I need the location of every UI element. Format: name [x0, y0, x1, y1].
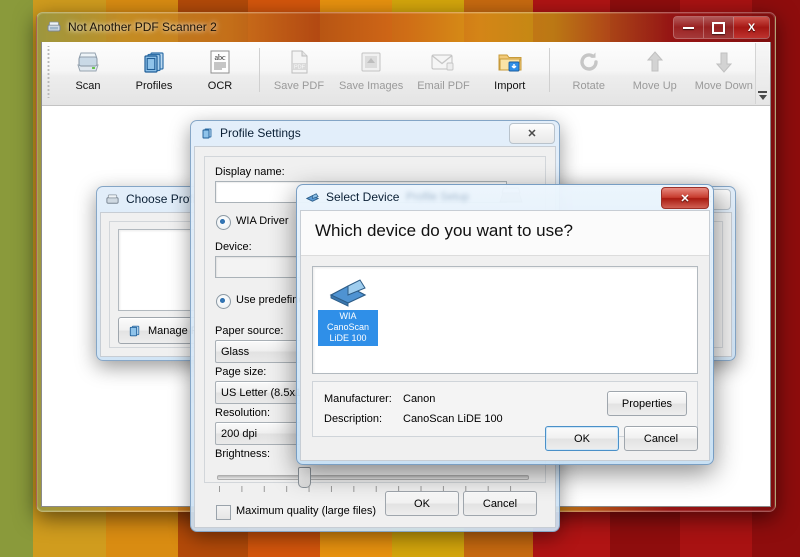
scanner-icon: [46, 19, 62, 35]
scanner-icon: [105, 192, 120, 207]
minimize-button[interactable]: [674, 17, 704, 38]
main-toolbar: Scan Profiles: [42, 42, 770, 106]
paper-source-value: Glass: [221, 346, 249, 358]
toolbar-button-move-up[interactable]: Move Up: [622, 42, 688, 103]
resolution-value: 200 dpi: [221, 428, 257, 440]
toolbar-label: Move Down: [695, 80, 753, 92]
toolbar-button-ocr[interactable]: abc OCR: [187, 42, 253, 103]
select-device-ok-button[interactable]: OK: [545, 426, 619, 451]
caption-buttons: X: [673, 16, 770, 39]
description-label: Description:: [324, 413, 382, 425]
toolbar-label: Profiles: [136, 80, 173, 92]
toolbar-label: OCR: [208, 80, 232, 92]
toolbar-button-move-down[interactable]: Move Down: [688, 42, 760, 103]
device-caption: WIA CanoScan LiDE 100: [318, 310, 378, 346]
slider-thumb[interactable]: [298, 467, 311, 488]
wia-driver-radio[interactable]: [216, 215, 231, 230]
scanner-icon: [73, 45, 103, 79]
main-window-title: Not Another PDF Scanner 2: [68, 20, 217, 34]
wia-driver-label: WIA Driver: [236, 215, 289, 227]
maximize-button[interactable]: [704, 17, 734, 38]
arrow-down-icon: [709, 45, 739, 79]
profile-settings-cancel-button[interactable]: Cancel: [463, 491, 537, 516]
toolbar-separator: [259, 48, 260, 92]
toolbar-label: Save PDF: [274, 80, 324, 92]
profile-settings-title: Profile Settings: [220, 126, 301, 140]
toolbar-label: Rotate: [573, 80, 605, 92]
device-label: Device:: [215, 241, 252, 253]
manufacturer-label: Manufacturer:: [324, 393, 392, 405]
toolbar-button-rotate[interactable]: Rotate: [556, 42, 622, 103]
device-scanner-icon: [305, 190, 320, 205]
max-quality-checkbox[interactable]: [216, 505, 231, 520]
scanner-device-icon: [325, 273, 371, 310]
toolbar-button-profiles[interactable]: Profiles: [121, 42, 187, 103]
display-name-label: Display name:: [215, 166, 285, 178]
device-list-item[interactable]: WIA CanoScan LiDE 100: [319, 273, 377, 346]
paper-source-label: Paper source:: [215, 325, 283, 337]
select-device-dialog: Select Device Profile Setup ✕ Which devi…: [296, 184, 714, 465]
properties-button[interactable]: Properties: [607, 391, 687, 416]
select-device-heading: Which device do you want to use?: [315, 221, 573, 241]
slider-track: [217, 475, 529, 480]
envelope-icon: [428, 45, 458, 79]
profiles-icon: [139, 45, 169, 79]
profile-settings-titlebar[interactable]: Profile Settings ✕: [190, 120, 560, 146]
profile-settings-ok-button[interactable]: OK: [385, 491, 459, 516]
toolbar-label: Email PDF: [417, 80, 470, 92]
toolbar-button-scan[interactable]: Scan: [55, 42, 121, 103]
close-icon[interactable]: ✕: [661, 187, 709, 209]
select-device-body: Which device do you want to use? WIA Can…: [300, 210, 710, 461]
device-caption-line2: CanoScan: [321, 322, 375, 333]
manufacturer-value: Canon: [403, 393, 435, 405]
folder-import-icon: [495, 45, 525, 79]
profiles-icon: [199, 126, 214, 141]
abc-page-icon: abc: [205, 45, 235, 79]
toolbar-label: Import: [494, 80, 525, 92]
svg-text:PDF: PDF: [294, 65, 306, 71]
toolbar-button-save-images[interactable]: Save Images: [332, 42, 410, 103]
toolbar-label: Scan: [75, 80, 100, 92]
toolbar-overflow-button[interactable]: [755, 43, 769, 104]
toolbar-button-save-pdf[interactable]: PDF Save PDF: [266, 42, 332, 103]
description-value: CanoScan LiDE 100: [403, 413, 503, 425]
max-quality-label: Maximum quality (large files): [236, 505, 376, 517]
heading-band: Which device do you want to use?: [301, 211, 709, 256]
close-button[interactable]: X: [734, 17, 769, 38]
main-window-titlebar[interactable]: Not Another PDF Scanner 2 X: [36, 12, 776, 42]
select-device-titlebar[interactable]: Select Device Profile Setup ✕: [296, 184, 714, 210]
rotate-icon: [574, 45, 604, 79]
resolution-label: Resolution:: [215, 407, 270, 419]
select-device-title: Select Device: [326, 190, 399, 204]
arrow-up-icon: [640, 45, 670, 79]
device-caption-line1: WIA: [321, 311, 375, 322]
device-caption-line3: LiDE 100: [321, 333, 375, 344]
close-icon[interactable]: ✕: [509, 123, 555, 144]
pdf-file-icon: PDF: [284, 45, 314, 79]
brightness-label: Brightness:: [215, 448, 270, 460]
toolbar-button-import[interactable]: Import: [477, 42, 543, 103]
toolbar-grip[interactable]: [45, 46, 53, 98]
svg-text:abc: abc: [214, 53, 226, 62]
toolbar-separator: [549, 48, 550, 92]
select-device-cancel-button[interactable]: Cancel: [624, 426, 698, 451]
toolbar-button-email-pdf[interactable]: Email PDF: [410, 42, 477, 103]
image-save-icon: [356, 45, 386, 79]
use-predefined-radio[interactable]: [216, 294, 231, 309]
toolbar-label: Save Images: [339, 80, 403, 92]
page-size-label: Page size:: [215, 366, 266, 378]
toolbar-label: Move Up: [633, 80, 677, 92]
titlebar-ghost-text: Profile Setup: [406, 191, 469, 203]
device-list[interactable]: WIA CanoScan LiDE 100: [312, 266, 698, 374]
profiles-icon: [126, 323, 142, 339]
